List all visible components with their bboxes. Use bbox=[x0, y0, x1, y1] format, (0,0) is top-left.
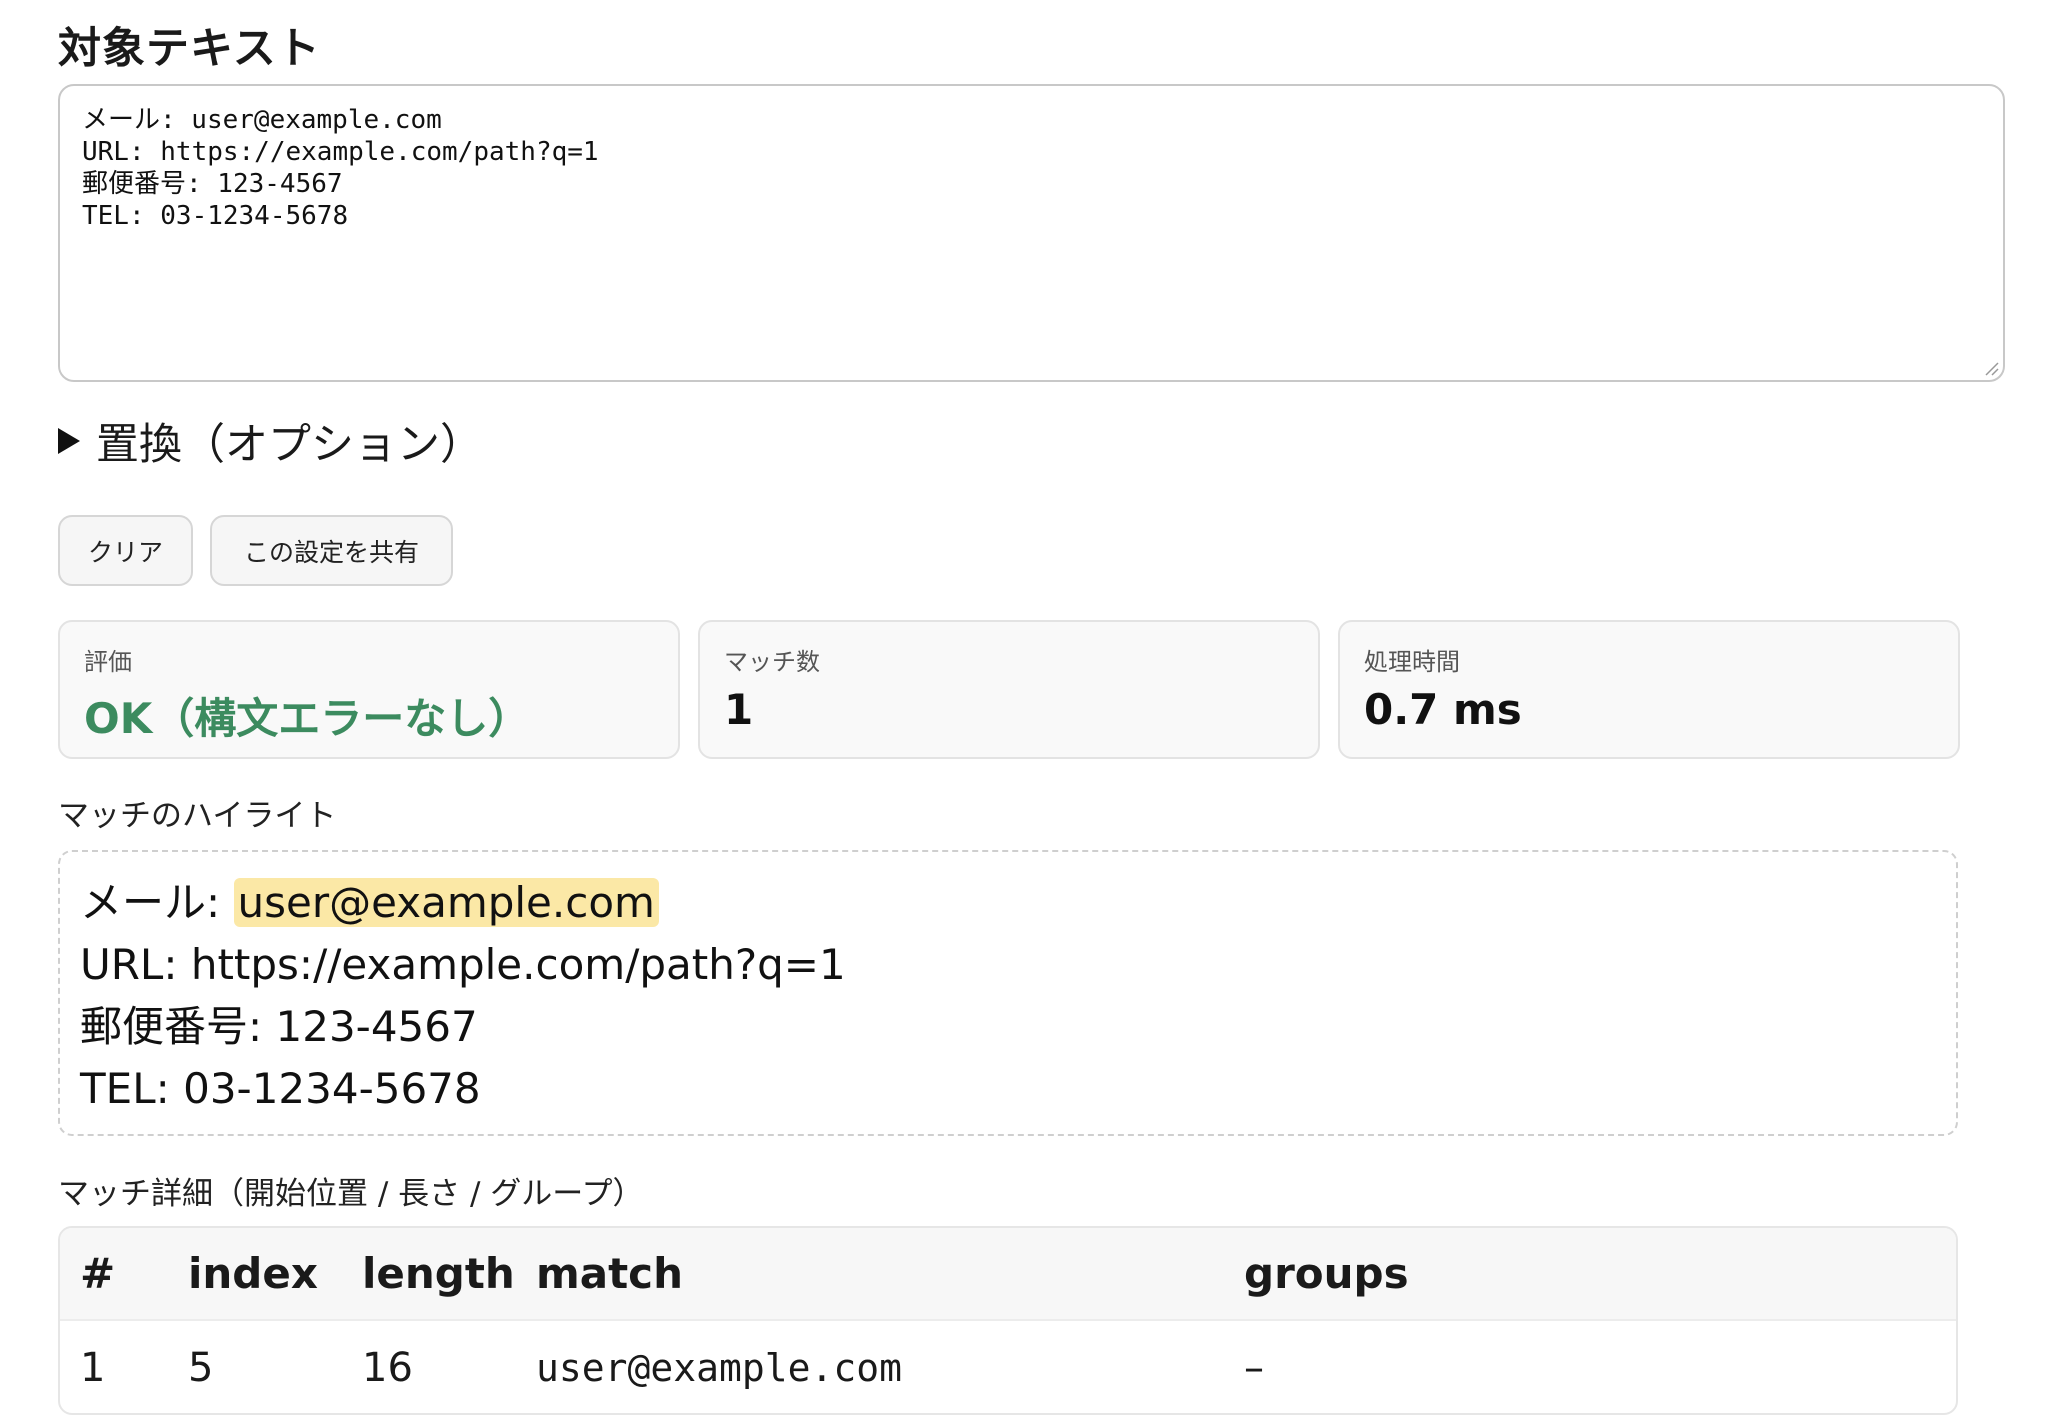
processing-time-label: 処理時間 bbox=[1364, 648, 1460, 676]
column-header-groups: groups bbox=[1224, 1228, 1956, 1321]
match-details-table: # index length match groups 1 5 16 user@… bbox=[60, 1228, 1956, 1413]
target-text-input[interactable] bbox=[60, 86, 2003, 380]
highlight-text: TEL: 03-1234-5678 bbox=[80, 1064, 481, 1113]
match-count-label: マッチ数 bbox=[724, 648, 820, 676]
evaluation-value: OK（構文エラーなし） bbox=[84, 694, 531, 743]
replace-options-label: 置換（オプション） bbox=[96, 420, 483, 470]
cell-index: 5 bbox=[188, 1345, 214, 1391]
highlight-text: メール: bbox=[80, 878, 234, 927]
match-highlight-box: メール: user@example.com URL: https://examp… bbox=[58, 850, 1958, 1136]
match-details-label: マッチ詳細（開始位置 / 長さ / グループ） bbox=[58, 1176, 644, 1212]
highlight-section-label: マッチのハイライト bbox=[58, 798, 337, 834]
stats-cards: 評価 OK（構文エラーなし） マッチ数 1 処理時間 0.7 ms bbox=[58, 620, 1960, 759]
column-header-index: index bbox=[168, 1228, 342, 1321]
highlight-line: 郵便番号: 123-4567 bbox=[80, 996, 1936, 1058]
cell-match: user@example.com bbox=[536, 1346, 903, 1390]
resize-grip-icon[interactable] bbox=[1983, 360, 1999, 376]
processing-time-card: 処理時間 0.7 ms bbox=[1338, 620, 1960, 759]
target-text-heading: 対象テキスト bbox=[58, 24, 321, 74]
highlight-line: メール: user@example.com bbox=[80, 872, 1936, 934]
match-details-table-container: # index length match groups 1 5 16 user@… bbox=[58, 1226, 1958, 1415]
highlight-text: URL: https://example.com/path?q=1 bbox=[80, 940, 846, 989]
highlighted-match: user@example.com bbox=[233, 878, 659, 927]
target-text-container bbox=[58, 84, 2005, 382]
replace-options-toggle[interactable]: 置換（オプション） bbox=[58, 410, 483, 472]
disclosure-triangle-icon bbox=[58, 428, 80, 454]
table-row: 1 5 16 user@example.com – bbox=[60, 1320, 1956, 1413]
cell-num: 1 bbox=[80, 1345, 106, 1391]
match-count-card: マッチ数 1 bbox=[698, 620, 1320, 759]
share-settings-button[interactable]: この設定を共有 bbox=[210, 515, 453, 586]
column-header-num: # bbox=[60, 1228, 168, 1321]
processing-time-value: 0.7 ms bbox=[1364, 685, 1522, 734]
match-count-value: 1 bbox=[724, 685, 754, 734]
cell-length: 16 bbox=[362, 1345, 413, 1391]
evaluation-label: 評価 bbox=[84, 648, 132, 676]
action-buttons: クリア この設定を共有 bbox=[58, 515, 453, 586]
highlight-text: 郵便番号: 123-4567 bbox=[80, 1002, 478, 1051]
clear-button[interactable]: クリア bbox=[58, 515, 193, 586]
column-header-length: length bbox=[342, 1228, 516, 1321]
table-header-row: # index length match groups bbox=[60, 1228, 1956, 1321]
column-header-match: match bbox=[516, 1228, 1224, 1321]
highlight-line: URL: https://example.com/path?q=1 bbox=[80, 934, 1936, 996]
cell-groups: – bbox=[1244, 1345, 1264, 1391]
highlight-line: TEL: 03-1234-5678 bbox=[80, 1058, 1936, 1120]
evaluation-card: 評価 OK（構文エラーなし） bbox=[58, 620, 680, 759]
